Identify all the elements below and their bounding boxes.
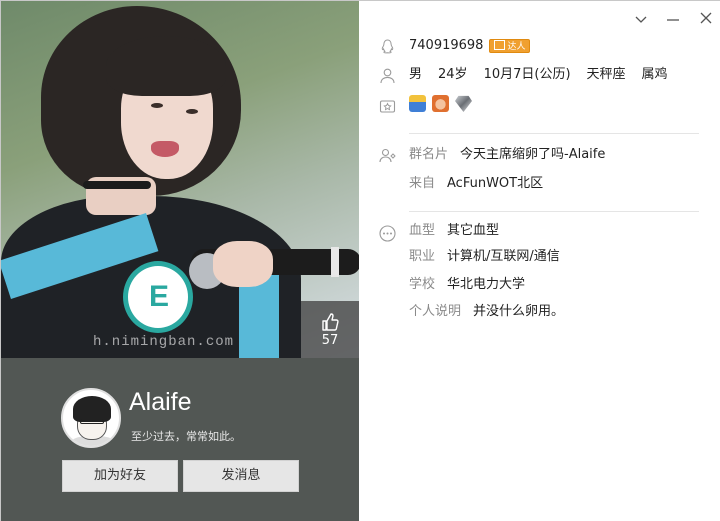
photo-badge: E [123, 261, 193, 333]
bio-row: 个人说明 并没什么卵用。 [379, 302, 564, 322]
profile-card: Alaife 至少过去，常常如此。 加为好友 发消息 [1, 358, 359, 521]
photo-eye [186, 109, 198, 114]
badge-star-icon [379, 100, 396, 113]
blood-row: 血型 其它血型 [379, 221, 500, 242]
avatar-glasses [80, 418, 104, 424]
photo-badge-letter: E [149, 280, 170, 313]
avatar[interactable] [61, 388, 121, 448]
vip-card-icon [494, 39, 506, 50]
photo-bangs [106, 36, 226, 96]
signature: 至少过去，常常如此。 [131, 430, 241, 443]
job-row: 职业 计算机/互联网/通信 [379, 247, 560, 267]
job-value: 计算机/互联网/通信 [447, 249, 560, 264]
divider [409, 133, 699, 134]
zodiac: 属鸡 [641, 67, 668, 82]
person-icon [380, 68, 395, 84]
right-pane: 740919698 达人 男 24岁 10月7日(公历) 天秤座 属鸡 群名片 今天主席缩卵… [359, 1, 720, 521]
group-card-value: 今天主席缩卵了吗-Alaife [460, 147, 606, 162]
age: 24岁 [438, 67, 468, 82]
badges-row [379, 95, 478, 115]
photo-hand [213, 241, 273, 287]
girl-badge-icon[interactable] [432, 95, 449, 112]
dropdown-menu-button[interactable] [631, 11, 651, 29]
photo-eye [151, 103, 163, 108]
school-label: 学校 [409, 277, 436, 292]
personal-facts-row: 男 24岁 10月7日(公历) 天秤座 属鸡 [379, 65, 668, 85]
penguin-icon [381, 39, 394, 54]
thumbs-up-icon [322, 313, 339, 331]
close-button[interactable] [696, 11, 716, 29]
minimize-icon [667, 19, 679, 21]
close-icon [700, 12, 712, 24]
photo-mic-band [331, 247, 339, 277]
vip-badge[interactable]: 达人 [489, 38, 531, 53]
chevron-down-icon [635, 16, 647, 23]
diamond-badge-icon[interactable] [455, 95, 472, 112]
blood-value: 其它血型 [447, 223, 500, 238]
profile-window: E h.nimingban.com 57 Alaife 至少过去，常常如此。 加… [0, 0, 720, 521]
from-label: 来自 [409, 176, 436, 191]
qq-number-row: 740919698 达人 [379, 36, 531, 56]
gender: 男 [409, 67, 423, 82]
group-card-icon [379, 148, 396, 163]
constellation: 天秤座 [586, 67, 626, 82]
send-message-button[interactable]: 发消息 [183, 460, 299, 492]
school-value: 华北电力大学 [447, 277, 526, 292]
like-count: 57 [321, 333, 339, 348]
from-row: 来自 AcFunWOT北区 [379, 174, 543, 194]
left-pane: E h.nimingban.com 57 Alaife 至少过去，常常如此。 加… [1, 1, 359, 521]
qq-number: 740919698 [409, 38, 484, 53]
figure-badge-icon[interactable] [409, 95, 426, 112]
like-button[interactable]: 57 [301, 301, 359, 358]
photo-mouth [151, 141, 179, 157]
school-row: 学校 华北电力大学 [379, 275, 525, 295]
photo-watermark: h.nimingban.com [93, 334, 235, 350]
nickname: Alaife [129, 388, 192, 416]
bio-value: 并没什么卵用。 [473, 304, 565, 319]
add-friend-button[interactable]: 加为好友 [62, 460, 178, 492]
group-card-label: 群名片 [409, 147, 449, 162]
blood-label: 血型 [409, 223, 436, 238]
minimize-button[interactable] [663, 11, 683, 29]
from-value: AcFunWOT北区 [447, 176, 544, 191]
birthday: 10月7日(公历) [483, 67, 571, 82]
photo-choker [83, 181, 151, 189]
divider [409, 211, 699, 212]
vip-badge-label: 达人 [507, 41, 526, 52]
job-label: 职业 [409, 249, 436, 264]
bio-label: 个人说明 [409, 304, 462, 319]
group-card-row: 群名片 今天主席缩卵了吗-Alaife [379, 145, 605, 165]
more-icon [379, 225, 396, 242]
